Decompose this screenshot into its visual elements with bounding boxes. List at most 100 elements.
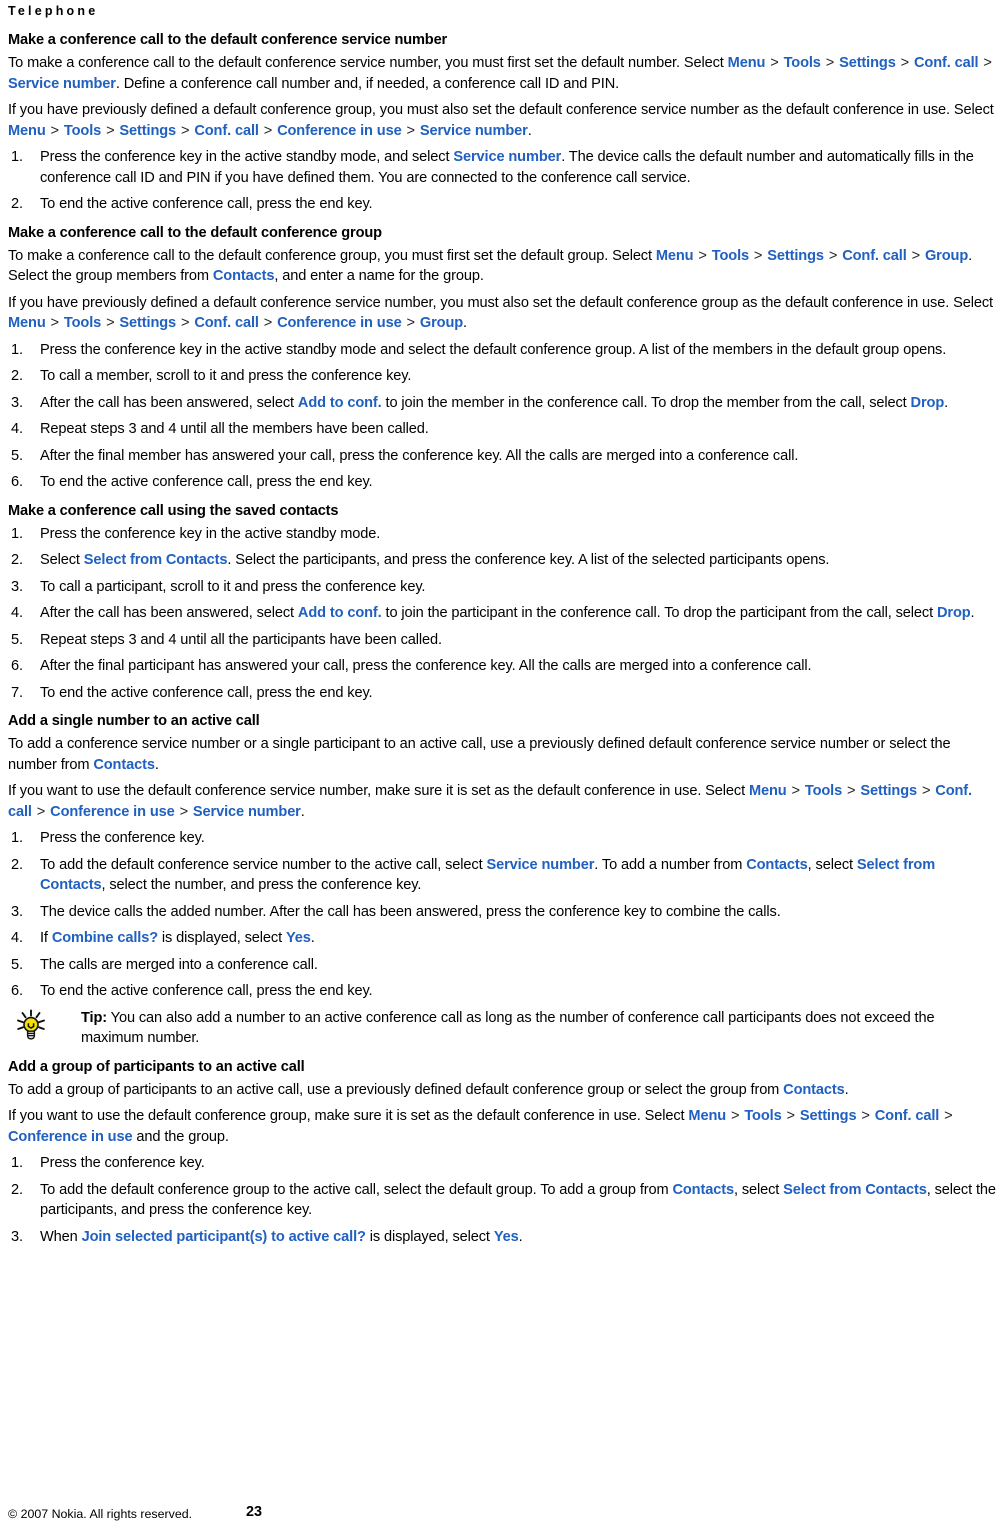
text-run: Repeat steps 3 and 4 until all the parti… — [40, 631, 442, 648]
ui-reference[interactable]: Contacts — [746, 857, 808, 873]
ui-reference[interactable]: Group — [420, 315, 463, 331]
breadcrumb-separator: > — [907, 247, 924, 264]
step-text: When Join selected participant(s) to act… — [40, 1229, 523, 1245]
ui-reference[interactable]: Settings — [119, 315, 176, 331]
ui-reference[interactable]: Conference in use — [277, 315, 402, 331]
step-item: 6. After the final participant has answer… — [8, 656, 996, 677]
copyright-notice: © 2007 Nokia. All rights reserved. — [8, 1507, 193, 1521]
ui-reference[interactable]: Join selected participant(s) to active c… — [82, 1229, 366, 1245]
ui-reference[interactable]: Contacts — [213, 268, 275, 284]
text-run: . — [300, 803, 305, 820]
ui-reference[interactable]: Settings — [767, 248, 824, 264]
ui-reference[interactable]: Tools — [784, 55, 821, 71]
ui-reference[interactable]: Contacts — [783, 1082, 845, 1098]
text-run: . — [310, 930, 315, 946]
text-run: Select — [40, 552, 84, 568]
ui-reference[interactable]: Conf. call — [842, 248, 907, 264]
ui-reference[interactable]: Menu — [656, 248, 694, 264]
ui-reference[interactable]: Tools — [64, 315, 101, 331]
breadcrumb-separator: > — [940, 1108, 953, 1124]
ui-reference[interactable]: Service number — [453, 149, 561, 165]
ui-reference[interactable]: Select from Contacts — [84, 552, 228, 568]
ui-reference[interactable]: Menu — [728, 55, 766, 71]
text-run: Press the conference key. — [40, 830, 205, 846]
step-number: 2. — [11, 552, 23, 568]
ui-reference[interactable]: Conf. call — [875, 1108, 940, 1124]
section-heading: Add a single number to an active call — [8, 713, 260, 729]
ui-reference[interactable]: Tools — [744, 1108, 781, 1124]
ui-reference[interactable]: Drop — [937, 605, 971, 621]
breadcrumb-separator: > — [857, 1108, 874, 1124]
text-run: To end the active conference call, press… — [40, 983, 373, 999]
step-text: To add the default conference service nu… — [40, 857, 935, 894]
text-run: After the final participant has answered… — [40, 658, 812, 674]
text-run: To end the active conference call, press… — [40, 684, 373, 701]
step-number: 3. — [11, 903, 23, 920]
ui-reference[interactable]: Conf. call — [194, 315, 259, 331]
text-run: To call a member, scroll to it and press… — [40, 368, 412, 384]
ui-reference[interactable]: Conference in use — [8, 1129, 133, 1145]
ui-reference[interactable]: Service number — [8, 76, 116, 92]
ui-reference[interactable]: Contacts — [93, 757, 155, 773]
step-text: The device calls the added number. After… — [40, 904, 781, 920]
ui-reference[interactable]: Tools — [64, 123, 101, 139]
section-heading: Make a conference call to the default co… — [8, 224, 382, 241]
step-text: If Combine calls? is displayed, select Y… — [40, 930, 315, 946]
ui-reference[interactable]: Settings — [839, 55, 896, 71]
text-run: If you want to use the default conferenc… — [8, 783, 749, 799]
text-run: to join the participant in the conferenc… — [381, 605, 937, 621]
ui-reference[interactable]: Drop — [911, 395, 945, 411]
text-run: After the final member has answered your… — [40, 447, 799, 464]
ui-reference[interactable]: Add to conf. — [298, 605, 382, 621]
step-item: 5. The calls are merged into a conference… — [8, 955, 996, 976]
ui-reference[interactable]: Select from Contacts — [783, 1182, 927, 1198]
lightbulb-icon — [10, 1009, 54, 1043]
ui-reference[interactable]: Tools — [712, 248, 749, 264]
step-number: 1. — [11, 525, 23, 542]
step-number: 4. — [11, 930, 23, 946]
text-run: If — [40, 930, 52, 946]
text-run: Press the conference key in the active s… — [40, 149, 454, 165]
step-item: 7. To end the active conference call, pre… — [8, 683, 996, 704]
text-run: . — [154, 756, 159, 773]
step-item: 2. To end the active conference call, pre… — [8, 194, 996, 215]
step-text: To end the active conference call, press… — [40, 983, 373, 999]
ui-reference[interactable]: Menu — [688, 1108, 726, 1124]
ui-reference[interactable]: Group — [925, 248, 968, 264]
ui-reference[interactable]: Yes — [494, 1229, 519, 1245]
breadcrumb-separator: > — [177, 122, 194, 139]
ui-reference[interactable]: Conference in use — [277, 123, 402, 139]
breadcrumb-separator: > — [821, 55, 839, 71]
ui-reference[interactable]: Settings — [800, 1108, 857, 1124]
text-run: , select — [807, 856, 857, 873]
ui-reference[interactable]: Settings — [119, 123, 176, 139]
ui-reference[interactable]: Menu — [8, 123, 46, 139]
text-run: . — [944, 394, 949, 411]
ui-reference[interactable]: Settings — [860, 783, 917, 799]
ui-reference[interactable]: Menu — [749, 783, 787, 799]
step-number: 2. — [11, 196, 23, 212]
ui-reference[interactable]: Conference in use — [50, 804, 175, 820]
ui-reference[interactable]: Add to conf. — [298, 395, 382, 411]
text-run: to join the member in the conference cal… — [381, 394, 911, 411]
step-number: 6. — [11, 474, 23, 490]
tip-callout: Tip: You can also add a number to an act… — [8, 1008, 996, 1049]
step-number: 1. — [11, 830, 23, 846]
ui-reference[interactable]: Tools — [805, 783, 842, 799]
text-run: If you have previously defined a default… — [8, 102, 994, 118]
ui-reference[interactable]: Menu — [8, 315, 46, 331]
breadcrumb-separator: > — [766, 55, 783, 71]
ui-reference[interactable]: Service number — [193, 804, 301, 820]
ui-reference[interactable]: Yes — [286, 930, 311, 946]
ui-reference[interactable]: Contacts — [672, 1182, 734, 1198]
ui-reference[interactable]: Service number — [486, 857, 594, 873]
ui-reference[interactable]: Conf. call — [914, 55, 979, 71]
text-run: Press the conference key. — [40, 1155, 205, 1171]
step-item: 6. To end the active conference call, pre… — [8, 472, 996, 493]
ui-reference[interactable]: Service number — [420, 123, 528, 139]
ui-reference[interactable]: Conf. call — [194, 123, 259, 139]
breadcrumb-separator: > — [782, 1108, 799, 1124]
body-paragraph: If you want to use the default conferenc… — [8, 781, 996, 822]
step-item: 4. After the call has been answered, sele… — [8, 603, 996, 624]
ui-reference[interactable]: Combine calls? — [52, 930, 158, 946]
